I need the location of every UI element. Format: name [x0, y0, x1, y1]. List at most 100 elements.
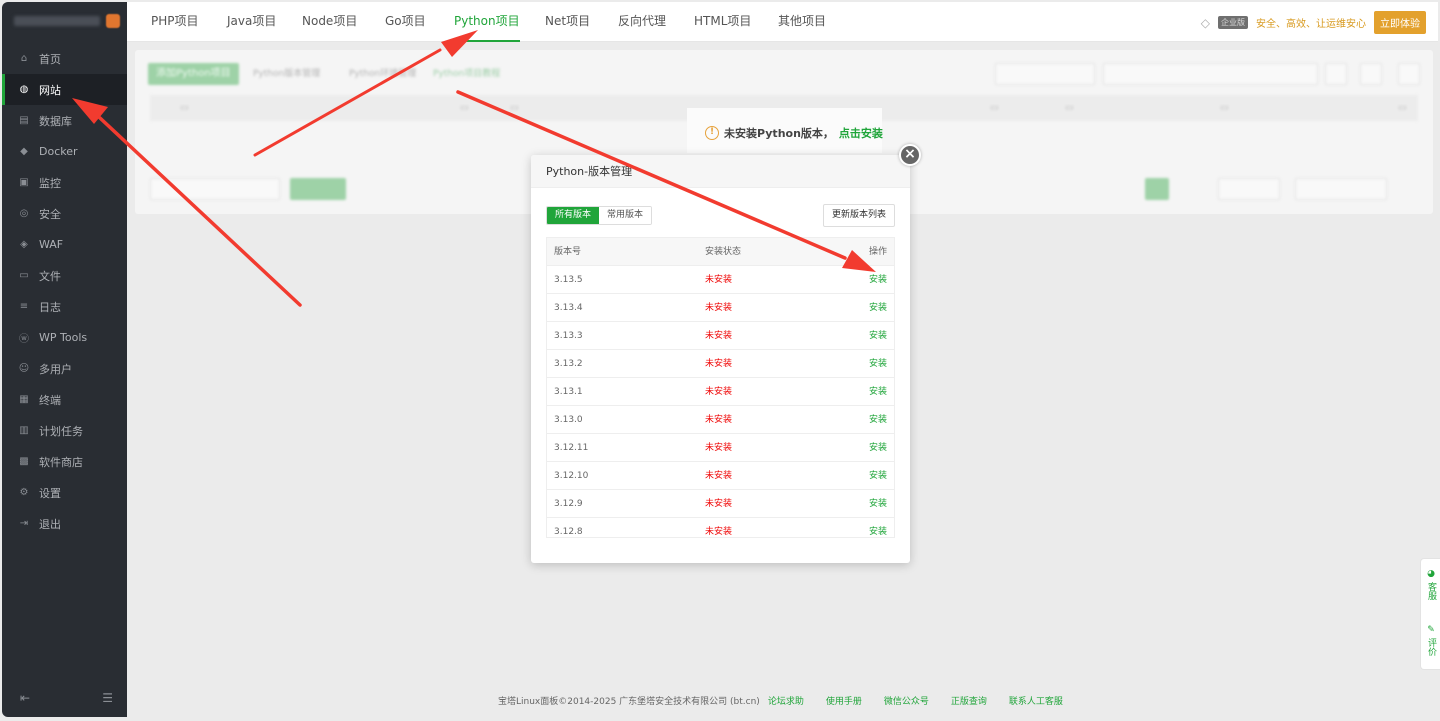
install-status: 未安装: [705, 387, 733, 397]
batch-execute-button[interactable]: [290, 178, 346, 200]
experience-button[interactable]: 立即体验: [1374, 11, 1426, 34]
calendar-icon: ▥: [19, 425, 29, 436]
footer-link-4[interactable]: 联系人工客服: [1009, 694, 1063, 707]
install-button[interactable]: 安装: [869, 490, 887, 518]
sidebar-item-11[interactable]: ▦ 终端: [2, 384, 127, 415]
click-install-link[interactable]: 点击安装: [839, 125, 883, 141]
tab-5[interactable]: Net项目: [545, 2, 590, 42]
store-icon: ▩: [19, 456, 29, 467]
col-path: ▭: [510, 103, 519, 113]
sidebar-item-8[interactable]: ≡ 日志: [2, 291, 127, 322]
refresh-icon[interactable]: [1398, 63, 1420, 85]
globe-icon: ◍: [19, 84, 29, 95]
sidebar-item-7[interactable]: ▭ 文件: [2, 260, 127, 291]
database-icon: ▤: [19, 115, 29, 126]
collapse-icon[interactable]: ⇤: [20, 691, 30, 705]
version-row: 3.12.9 未安装 安装: [547, 490, 894, 518]
page-number[interactable]: [1145, 178, 1169, 200]
install-button[interactable]: 安装: [869, 350, 887, 378]
sidebar-item-13[interactable]: ▩ 软件商店: [2, 446, 127, 477]
sidebar-item-label: Docker: [39, 145, 78, 158]
footer-link-0[interactable]: 论坛求助: [768, 694, 804, 707]
sidebar-item-6[interactable]: ◈ WAF: [2, 229, 127, 260]
install-status: 未安装: [705, 303, 733, 313]
tab-7[interactable]: HTML项目: [694, 2, 751, 42]
version-number: 3.12.10: [554, 471, 589, 481]
footer-link-3[interactable]: 正版查询: [951, 694, 987, 707]
install-button[interactable]: 安装: [869, 266, 887, 294]
sidebar-item-2[interactable]: ▤ 数据库: [2, 105, 127, 136]
col-remark: ▭: [1065, 103, 1074, 113]
search-icon[interactable]: [1325, 63, 1347, 85]
sidebar-item-3[interactable]: ◆ Docker: [2, 136, 127, 167]
sidebar-item-label: 监控: [39, 176, 61, 190]
sidebar-item-label: 多用户: [39, 362, 72, 376]
install-button[interactable]: 安装: [869, 406, 887, 434]
version-row: 3.12.11 未安装 安装: [547, 434, 894, 462]
sidebar-item-label: 终端: [39, 393, 61, 407]
install-button[interactable]: 安装: [869, 378, 887, 406]
sidebar-item-label: 设置: [39, 486, 61, 500]
sidebar-item-4[interactable]: ▣ 监控: [2, 167, 127, 198]
tab-3[interactable]: Go项目: [385, 2, 426, 42]
install-button[interactable]: 安装: [869, 294, 887, 322]
install-status: 未安装: [705, 331, 733, 341]
sidebar-item-15[interactable]: ⇥ 退出: [2, 508, 127, 539]
sidebar-item-5[interactable]: ◎ 安全: [2, 198, 127, 229]
sidebar-item-14[interactable]: ⚙ 设置: [2, 477, 127, 508]
refresh-version-list-button[interactable]: 更新版本列表: [822, 204, 895, 227]
page-size-select[interactable]: [1218, 178, 1280, 200]
category-select[interactable]: [995, 63, 1095, 85]
tutorial-link[interactable]: Python项目教程: [433, 63, 500, 85]
install-button[interactable]: 安装: [869, 518, 887, 537]
customer-service-button[interactable]: ◕ 客服: [1425, 569, 1437, 600]
logo-text-blurred: [14, 16, 100, 26]
version-number: 3.13.3: [554, 331, 583, 341]
sidebar-item-9[interactable]: ⓦ WP Tools: [2, 322, 127, 353]
install-button[interactable]: 安装: [869, 434, 887, 462]
version-manage-button[interactable]: Python版本管理: [253, 63, 320, 85]
sidebar-item-12[interactable]: ▥ 计划任务: [2, 415, 127, 446]
modal-title: Python-版本管理: [531, 155, 910, 188]
install-status: 未安装: [705, 443, 733, 453]
home-icon: ⌂: [20, 53, 28, 64]
tab-0[interactable]: PHP项目: [151, 2, 199, 42]
all-versions-tab[interactable]: 所有版本: [547, 207, 600, 224]
tab-6[interactable]: 反向代理: [618, 2, 666, 42]
sidebar-item-1[interactable]: ◍ 网站: [2, 74, 127, 105]
common-versions-tab[interactable]: 常用版本: [599, 207, 652, 224]
footer-link-2[interactable]: 微信公众号: [884, 694, 929, 707]
search-input[interactable]: [1103, 63, 1318, 85]
version-number: 3.13.0: [554, 415, 583, 425]
version-row: 3.13.5 未安装 安装: [547, 266, 894, 294]
tab-2[interactable]: Node项目: [302, 2, 357, 42]
menu-list-icon[interactable]: ☰: [102, 691, 113, 705]
sidebar-item-label: 计划任务: [39, 424, 83, 438]
version-table: 版本号 安装状态 操作 3.13.5 未安装 安装 3.13.4 未安装 安装 3.13.3…: [546, 237, 895, 538]
tab-4[interactable]: Python项目: [454, 2, 520, 42]
footer-link-1[interactable]: 使用手册: [826, 694, 862, 707]
env-manage-button[interactable]: Python环境管理: [349, 63, 416, 85]
install-button[interactable]: 安装: [869, 462, 887, 490]
sidebar: ⌂ 首页 ◍ 网站 ▤ 数据库 ◆ Docker ▣ 监控 ◎ 安全 ◈ WAF ▭ 文件 ≡ 日志 ⓦ WP Too…: [2, 2, 127, 717]
settings-icon[interactable]: [1360, 63, 1382, 85]
add-python-project-button[interactable]: 添加Python项目: [148, 63, 239, 85]
sidebar-item-0[interactable]: ⌂ 首页: [2, 43, 127, 74]
logo-badge-icon: [106, 14, 120, 28]
tab-8[interactable]: 其他项目: [778, 2, 826, 42]
sidebar-item-label: WAF: [39, 238, 64, 251]
users-icon: ☺: [18, 363, 30, 374]
close-icon[interactable]: ×: [899, 144, 921, 166]
sidebar-item-label: 首页: [39, 52, 61, 66]
version-row: 3.12.10 未安装 安装: [547, 462, 894, 490]
feedback-button[interactable]: ✎ 评价: [1425, 625, 1437, 656]
batch-select[interactable]: [150, 178, 280, 200]
sidebar-item-10[interactable]: ☺ 多用户: [2, 353, 127, 384]
logout-icon: ⇥: [19, 518, 29, 529]
page-jump[interactable]: [1295, 178, 1387, 200]
monitor-icon: ▣: [19, 177, 29, 188]
sidebar-item-label: 文件: [39, 269, 61, 283]
tab-1[interactable]: Java项目: [227, 2, 276, 42]
version-number: 3.13.1: [554, 387, 583, 397]
install-button[interactable]: 安装: [869, 322, 887, 350]
